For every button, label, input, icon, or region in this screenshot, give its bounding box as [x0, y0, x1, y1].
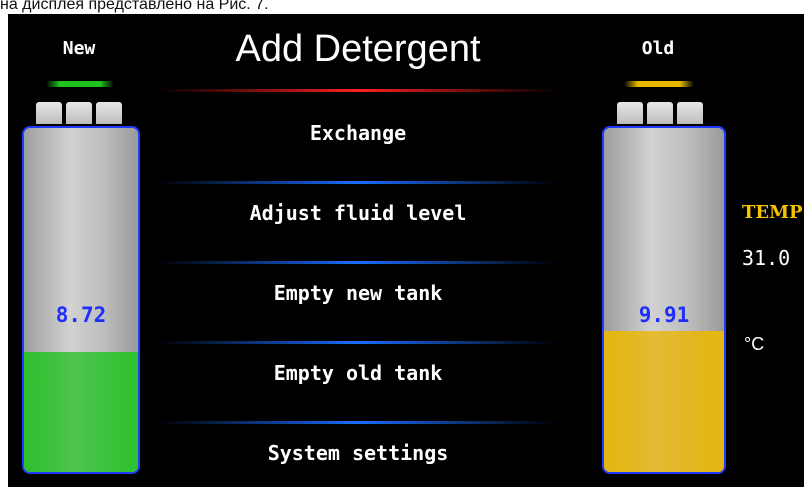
- menu-item-label: Adjust fluid level: [249, 201, 467, 225]
- title-underline: [158, 89, 558, 92]
- menu-item-system-settings[interactable]: System settings: [158, 424, 558, 487]
- menu-item-label: Empty new tank: [273, 281, 443, 305]
- old-tank-cap: [603, 102, 717, 126]
- old-tank-fill: [604, 330, 724, 472]
- hmi-screen: New 8.72 Add Detergent Exchange Adjust f…: [8, 14, 804, 487]
- menu-item-label: Exchange: [309, 121, 407, 145]
- old-tank-value: 9.91: [638, 303, 690, 327]
- new-tank-label: New: [62, 38, 96, 59]
- old-tank[interactable]: 9.91: [602, 126, 726, 474]
- new-tank-value: 8.72: [55, 303, 107, 327]
- menu-item-adjust-fluid-level[interactable]: Adjust fluid level: [158, 184, 558, 264]
- menu-item-empty-old-tank[interactable]: Empty old tank: [158, 344, 558, 424]
- temperature-value: 31.0: [742, 246, 791, 270]
- new-tank-cap: [24, 102, 134, 126]
- new-tank[interactable]: 8.72: [22, 126, 140, 474]
- main-menu: Exchange Adjust fluid level Empty new ta…: [158, 104, 558, 487]
- page-title: Add Detergent: [235, 28, 481, 70]
- old-tank-indicator: [624, 81, 694, 87]
- menu-item-label: Empty old tank: [273, 361, 443, 385]
- menu-item-label: System settings: [267, 441, 449, 465]
- temperature-unit: °C: [744, 334, 765, 354]
- menu-item-exchange[interactable]: Exchange: [158, 104, 558, 184]
- old-tank-label: Old: [641, 38, 675, 59]
- menu-item-empty-new-tank[interactable]: Empty new tank: [158, 264, 558, 344]
- document-caption: на дисплея представлено на Рис. 7.: [0, 0, 269, 13]
- new-tank-fill: [24, 351, 138, 472]
- temperature-label: TEMP: [742, 202, 803, 223]
- new-tank-indicator: [46, 81, 114, 87]
